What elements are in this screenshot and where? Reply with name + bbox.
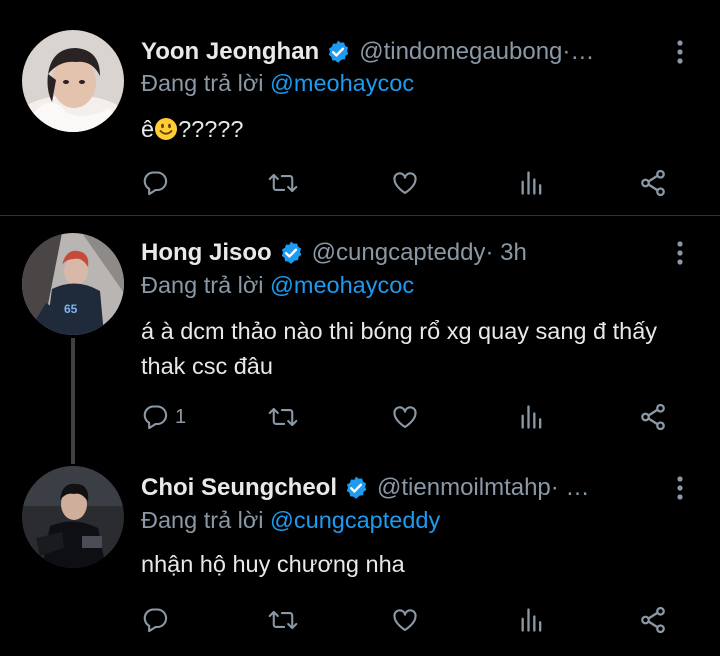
display-name[interactable]: Choi Seungcheol xyxy=(141,474,337,502)
reply-count: 1 xyxy=(175,405,187,428)
tweet-3[interactable]: Choi Seungcheol @tienmoilmtahp · … Đang … xyxy=(0,456,720,656)
share-icon xyxy=(641,403,665,431)
tweet-actions: 1 xyxy=(141,399,681,435)
retweet-button[interactable] xyxy=(268,165,298,201)
avatar[interactable] xyxy=(22,30,124,132)
tweet-text-start: ê xyxy=(141,116,155,142)
user-handle[interactable]: @tienmoilmtahp xyxy=(377,474,551,502)
tweet-actions xyxy=(141,165,681,201)
svg-text:65: 65 xyxy=(64,302,78,316)
tweet-actions xyxy=(141,602,681,638)
tweet-text: ê????? xyxy=(141,112,700,147)
verified-badge-icon xyxy=(343,475,369,501)
views-button[interactable] xyxy=(518,399,546,435)
share-button[interactable] xyxy=(638,399,668,435)
like-button[interactable] xyxy=(391,165,419,201)
avatar[interactable]: 65 xyxy=(22,233,124,335)
vertical-dots-icon xyxy=(677,241,683,265)
bar-chart-icon xyxy=(521,405,542,429)
reply-mention-link[interactable]: @cungcapteddy xyxy=(270,507,440,533)
retweet-icon xyxy=(268,173,298,193)
replying-to: Đang trả lời @meohaycoc xyxy=(141,272,414,299)
reply-mention-link[interactable]: @meohaycoc xyxy=(270,70,414,96)
more-options-button[interactable] xyxy=(670,238,690,268)
tweet-text-end: ????? xyxy=(178,116,244,142)
views-button[interactable] xyxy=(518,165,546,201)
speech-bubble-icon xyxy=(143,608,168,633)
share-button[interactable] xyxy=(638,602,668,638)
speech-bubble-icon xyxy=(143,171,168,196)
tweet-header: Yoon Jeonghan @tindomegaubong ·… xyxy=(141,37,690,67)
more-options-button[interactable] xyxy=(670,37,690,67)
avatar[interactable] xyxy=(22,466,124,568)
smiling-face-emoji-icon xyxy=(154,116,178,140)
tweet-text: nhận hộ huy chương nha xyxy=(141,551,405,577)
replying-to: Đang trả lời @meohaycoc xyxy=(141,70,414,97)
display-name[interactable]: Yoon Jeonghan xyxy=(141,38,319,66)
tweet-header: Choi Seungcheol @tienmoilmtahp · … xyxy=(141,473,690,503)
views-button[interactable] xyxy=(518,602,546,638)
retweet-icon xyxy=(268,610,298,630)
bar-chart-icon xyxy=(521,171,542,195)
vertical-dots-icon xyxy=(677,476,683,500)
heart-icon xyxy=(393,406,417,428)
like-button[interactable] xyxy=(391,399,419,435)
verified-badge-icon xyxy=(278,240,304,266)
tweet-1[interactable]: Yoon Jeonghan @tindomegaubong ·… Đang tr… xyxy=(0,0,720,215)
like-button[interactable] xyxy=(391,602,419,638)
timestamp[interactable]: · 3h xyxy=(485,239,526,267)
replying-to-label: Đang trả lời xyxy=(141,70,271,96)
user-handle[interactable]: @tindomegaubong xyxy=(359,38,562,66)
header-ellipsis: ·… xyxy=(562,38,595,65)
speech-bubble-icon xyxy=(143,405,168,430)
share-icon xyxy=(641,169,665,197)
replying-to-label: Đang trả lời xyxy=(141,507,271,533)
tweet-header: Hong Jisoo @cungcapteddy · 3h xyxy=(141,238,690,268)
share-icon xyxy=(641,606,665,634)
retweet-button[interactable] xyxy=(268,602,298,638)
reply-button[interactable] xyxy=(141,165,175,201)
more-options-button[interactable] xyxy=(670,473,690,503)
reply-button[interactable]: 1 xyxy=(141,399,186,435)
heart-icon xyxy=(393,172,417,194)
user-handle[interactable]: @cungcapteddy xyxy=(312,239,486,267)
reply-mention-link[interactable]: @meohaycoc xyxy=(270,272,414,298)
retweet-icon xyxy=(268,407,298,427)
replying-to: Đang trả lời @cungcapteddy xyxy=(141,507,440,534)
verified-badge-icon xyxy=(325,39,351,65)
reply-button[interactable] xyxy=(141,602,175,638)
header-ellipsis: · … xyxy=(550,474,590,501)
tweet-2[interactable]: 65 Hong Jisoo @cungcapteddy · 3h Đang tr… xyxy=(0,216,720,456)
display-name[interactable]: Hong Jisoo xyxy=(141,239,272,267)
bar-chart-icon xyxy=(521,608,542,632)
tweet-text: á à dcm thảo nào thi bóng rổ xg quay san… xyxy=(141,318,658,379)
vertical-dots-icon xyxy=(677,40,683,64)
replying-to-label: Đang trả lời xyxy=(141,272,271,298)
retweet-button[interactable] xyxy=(268,399,298,435)
heart-icon xyxy=(393,609,417,631)
share-button[interactable] xyxy=(638,165,668,201)
